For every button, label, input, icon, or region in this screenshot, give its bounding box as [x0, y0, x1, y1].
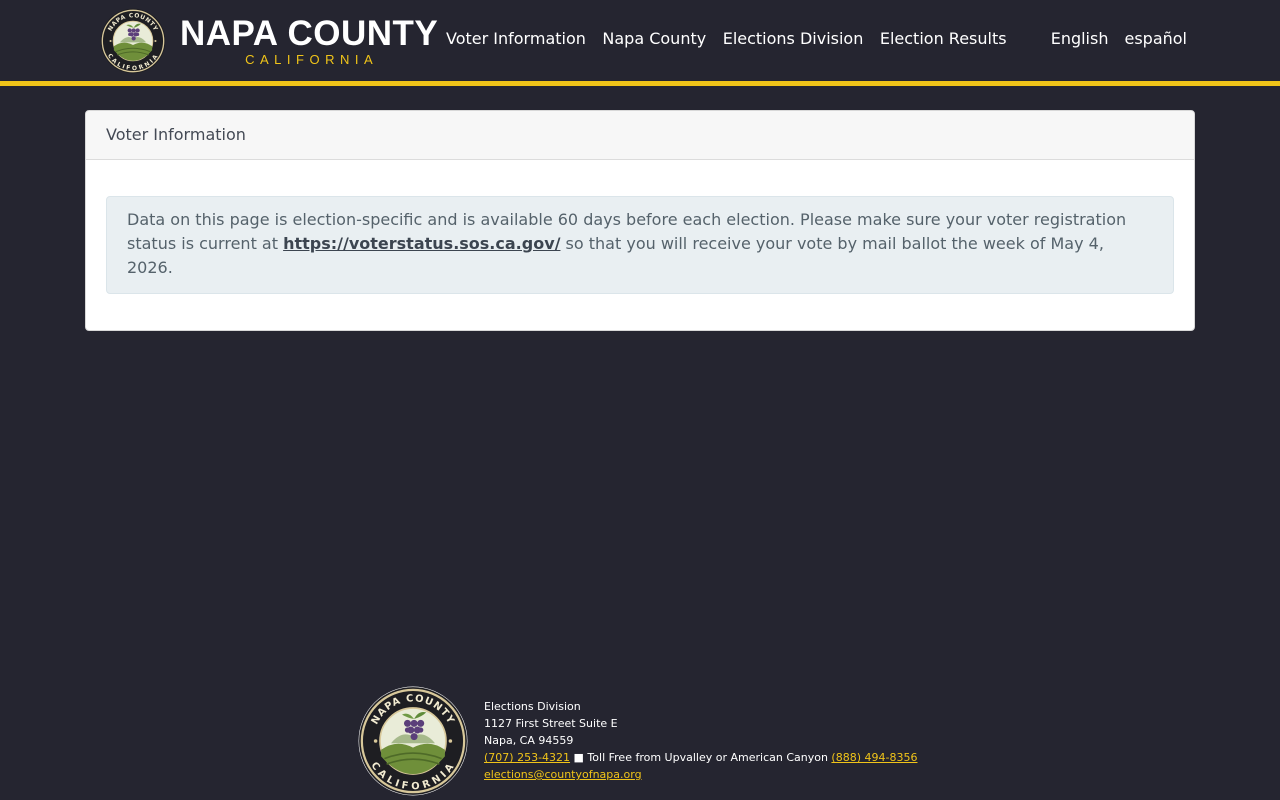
nav-elections-division[interactable]: Elections Division: [723, 29, 864, 48]
info-alert: Data on this page is election-specific a…: [106, 196, 1174, 294]
footer-division: Elections Division: [484, 700, 581, 713]
napa-county-seal-icon: NAPA COUNTY CALIFORNIA: [358, 686, 468, 796]
voter-information-card: Voter Information Data on this page is e…: [85, 110, 1195, 331]
voter-status-link[interactable]: https://voterstatus.sos.ca.gov/: [283, 234, 560, 253]
language-espanol[interactable]: español: [1124, 29, 1187, 48]
brand-name: NAPA COUNTY: [180, 14, 439, 53]
footer-separator: ■ Toll Free from Upvalley or American Ca…: [570, 751, 832, 764]
footer-phone-link[interactable]: (707) 253-4321: [484, 751, 570, 764]
footer-street: 1127 First Street Suite E: [484, 717, 618, 730]
card-title: Voter Information: [86, 111, 1194, 160]
language-english[interactable]: English: [1051, 29, 1109, 48]
footer-city: Napa, CA 94559: [484, 734, 574, 747]
footer-phones: (707) 253-4321 ■ Toll Free from Upvalley…: [484, 749, 917, 766]
site-header: NAPA COUNTY CALIFORNIA NAPA COUNTY CALIF…: [0, 0, 1280, 86]
footer-toll-free-link[interactable]: (888) 494-8356: [831, 751, 917, 764]
footer-contact: Elections Division 1127 First Street Sui…: [484, 698, 917, 783]
language-switcher: English español: [1035, 29, 1187, 48]
main-nav: Voter Information Napa County Elections …: [446, 29, 1023, 48]
site-footer: NAPA COUNTY CALIFORNIA Elections Divisio…: [358, 686, 917, 796]
nav-napa-county[interactable]: Napa County: [602, 29, 706, 48]
footer-email-link[interactable]: elections@countyofnapa.org: [484, 768, 642, 781]
nav-voter-information[interactable]: Voter Information: [446, 29, 586, 48]
brand-subtitle: CALIFORNIA: [245, 52, 379, 67]
brand-text: NAPA COUNTY CALIFORNIA: [180, 16, 438, 66]
nav-election-results[interactable]: Election Results: [880, 29, 1007, 48]
napa-county-seal-icon: NAPA COUNTY CALIFORNIA: [100, 8, 166, 74]
home-logo-link[interactable]: NAPA COUNTY CALIFORNIA NAPA COUNTY CALIF…: [100, 8, 438, 74]
